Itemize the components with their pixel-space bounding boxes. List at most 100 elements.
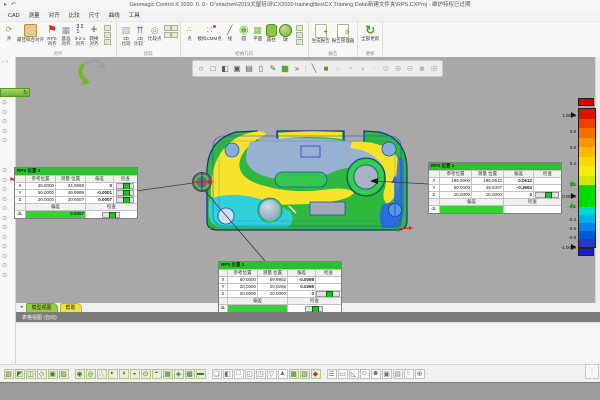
filter-tool-icon[interactable]: ☰ (327, 369, 337, 379)
select-rectangle-icon[interactable]: ▧ (4, 369, 14, 379)
compare-3d-button[interactable]: ▧3D 比较 (120, 24, 132, 47)
visibility-toggle[interactable]: ⊙ (2, 119, 7, 125)
visibility-toggle[interactable]: ⊙ (2, 197, 7, 203)
visibility-toggle[interactable]: ⊙ (2, 168, 7, 174)
protractor-tool-icon[interactable]: ◺ (349, 369, 359, 379)
menu-item-尺寸[interactable]: 尺寸 (89, 10, 100, 22)
toggle-colormap-icon[interactable]: ▦ (289, 369, 299, 379)
sphere-button[interactable]: 球 (279, 24, 292, 43)
body-grid-icon[interactable]: ▩ (185, 369, 195, 379)
display-tool-icon[interactable]: ▣ (382, 369, 392, 379)
body-points-icon[interactable]: ∴ (97, 369, 107, 379)
body-normals-icon[interactable]: ◈ (174, 369, 184, 379)
body-wireframe-icon[interactable]: ◎ (86, 369, 96, 379)
select-paint-icon[interactable]: ▣ (48, 369, 58, 379)
visibility-toggle[interactable]: ⊙ (2, 244, 7, 250)
visibility-toggle[interactable]: ⊙ (2, 187, 7, 193)
321-align-button[interactable]: 3 2 13-2-1 对齐 (74, 24, 86, 47)
colorbar-green-marker[interactable] (571, 203, 576, 209)
deviation-half-icon[interactable]: ◑ (357, 63, 368, 74)
dock-header[interactable]: 表格视图 (自动) (16, 312, 600, 322)
orbit-view-icon[interactable]: ○ (196, 63, 207, 74)
color-map-grid-icon[interactable]: ▦ (280, 63, 291, 74)
panel-close-icon[interactable]: × (6, 59, 9, 64)
visibility-toggle[interactable]: ⊙ (2, 138, 7, 144)
datum-align-button[interactable]: ▦基准 对齐 (60, 24, 72, 47)
deviation-partial-icon[interactable]: ◔ (345, 63, 356, 74)
compare-2d-button[interactable]: ⇈2D 比较 ˙ (134, 24, 146, 47)
visibility-toggle[interactable]: ⊙ (2, 235, 7, 241)
menu-item-cad[interactable]: CAD (8, 10, 20, 22)
body-boundary-icon[interactable]: ◐ (108, 369, 118, 379)
update-all-button[interactable]: ↻全部更新 (361, 24, 379, 42)
plane-button[interactable]: ▦平面 (252, 24, 264, 42)
section-line-icon[interactable]: ╲ (309, 63, 320, 74)
toggle-mesh-icon[interactable]: ▧ (300, 369, 310, 379)
compare-more-buttons[interactable] (164, 24, 177, 39)
user-view-icon[interactable]: ☻ (417, 63, 428, 74)
table-title[interactable]: RPS 位置 1 (219, 262, 341, 269)
body-shaded-icon[interactable]: ◉ (75, 369, 85, 379)
visibility-toggle[interactable]: ⊙ (2, 225, 7, 231)
zoom-out-icon[interactable]: ⊖ (405, 63, 416, 74)
panel-dock-icon[interactable]: ▪ (2, 59, 4, 64)
table-title[interactable]: RPS 位置 3 (15, 168, 137, 175)
select-polygon-icon[interactable]: ◇ (37, 369, 47, 379)
measurement-table-rps3[interactable]: RPS 位置 3参考位置测量 位置偏差检查X35.000034.99990Y50… (14, 167, 138, 219)
tab-model-view[interactable]: 模型视图 (26, 303, 58, 312)
collapsed-panel-handle[interactable]: ⋮ (585, 364, 599, 379)
transform-align-button[interactable]: +转换 对齐 (88, 24, 100, 47)
view-cube-icon[interactable]: □ (208, 63, 219, 74)
measurement-table-rps1[interactable]: RPS 位置 1参考位置测量 位置偏差检查X60.000059.9902-0.0… (218, 261, 342, 313)
body-curvature-icon[interactable]: ◑ (119, 369, 129, 379)
view-right-icon[interactable]: ◰ (245, 369, 255, 379)
menu-item-测量[interactable]: 测量 (29, 10, 40, 22)
view-top-icon[interactable]: ◳ (256, 369, 266, 379)
visibility-toggle[interactable]: ⊙ (2, 216, 7, 222)
multi-window-icon[interactable]: ▯ (256, 63, 267, 74)
circle-button[interactable]: ◉圆 (238, 24, 250, 42)
visibility-toggle[interactable]: ⊙ (2, 129, 7, 135)
visibility-toggle[interactable]: ⊙ (2, 110, 7, 116)
cmm-point-button[interactable]: ∷模拟CMM点 (198, 24, 222, 42)
deviation-none-icon[interactable]: ◌ (369, 63, 380, 74)
operator-tool-icon[interactable]: ☻ (371, 369, 381, 379)
view-back-icon[interactable]: ◧ (223, 369, 233, 379)
select-ellipse-icon[interactable]: ◩ (15, 369, 25, 379)
sync-views-icon[interactable]: » (292, 63, 303, 74)
visibility-toggle[interactable]: ⊙ (2, 178, 7, 184)
body-deviation-icon[interactable]: ◓ (152, 369, 162, 379)
capture-screen-icon[interactable]: ▣ (232, 63, 243, 74)
best-fit-align-button[interactable]: 最佳拟合对齐 (17, 24, 44, 43)
visibility-toggle[interactable]: ⊙ (2, 206, 7, 212)
shade-mode-icon[interactable]: ◧ (220, 63, 231, 74)
ruler-tool-icon[interactable]: ▭ (338, 369, 348, 379)
menu-item-比较[interactable]: 比较 (69, 10, 80, 22)
view-bottom-icon[interactable]: ▽ (267, 369, 277, 379)
capture-page-icon[interactable]: ▤ (244, 63, 255, 74)
generate-report-button[interactable]: 生成报告 (312, 24, 330, 44)
color-swatch-icon[interactable]: ■ (321, 63, 332, 74)
body-silhouette-icon[interactable]: ◒ (130, 369, 140, 379)
body-section-icon[interactable]: ▬ (196, 369, 206, 379)
dock-content[interactable] (16, 322, 600, 365)
rps-align-button[interactable]: ⚑RPS 对齐 (46, 24, 58, 47)
circle-tool-icon[interactable]: ○ (404, 369, 414, 379)
geometry-more-buttons[interactable] (294, 24, 305, 46)
view-left-icon[interactable]: □ (234, 369, 244, 379)
cylinder-button[interactable]: 圆柱 (266, 24, 277, 43)
user-tool-icon[interactable]: ☺ (360, 369, 370, 379)
body-edges-icon[interactable]: ▦ (163, 369, 173, 379)
visibility-toggle[interactable]: ⊙ (2, 263, 7, 269)
measurement-table-rps2[interactable]: RPS 位置 2参考位置测量 位置偏差检查X195.0000195.06120.… (428, 162, 562, 214)
menu-item-工具[interactable]: 工具 (129, 10, 140, 22)
point-button[interactable]: ∴点 (184, 24, 196, 42)
clipped-align-button[interactable]: ⟳齐 (3, 24, 15, 42)
select-lasso-icon[interactable]: ◫ (26, 369, 36, 379)
annotation-brush-icon[interactable]: ✎ (268, 63, 279, 74)
dock-collapse-icon[interactable]: ◂ (20, 303, 23, 312)
annotation-off-icon[interactable]: ⊘ (381, 63, 392, 74)
menu-item-曲线[interactable]: 曲线 (109, 10, 120, 22)
body-texture-icon[interactable]: ⊙ (141, 369, 151, 379)
table-title[interactable]: RPS 位置 2 (429, 163, 561, 170)
